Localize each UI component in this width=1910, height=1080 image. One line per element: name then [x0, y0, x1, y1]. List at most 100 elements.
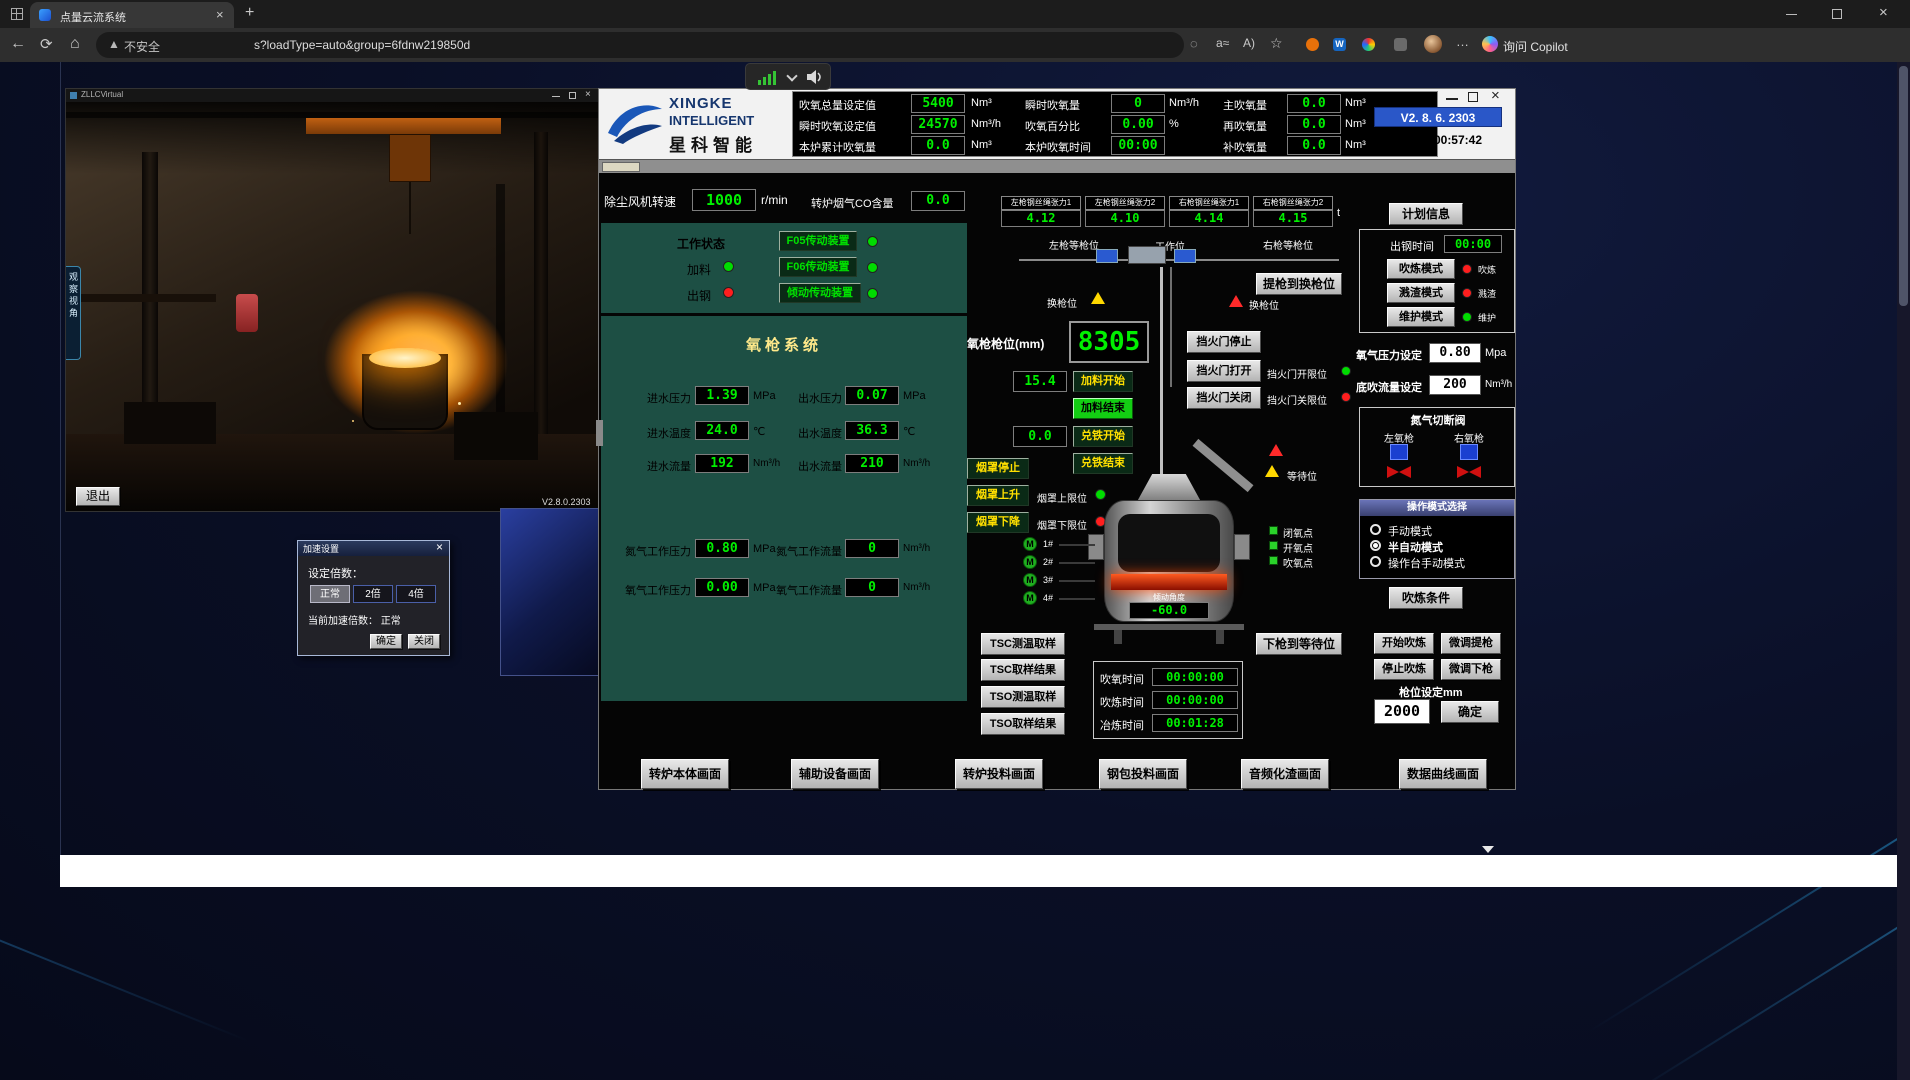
nav-data-curves[interactable]: 数据曲线画面	[1399, 759, 1487, 789]
feed-end-button[interactable]: 加料结束	[1073, 398, 1133, 419]
f05-drive-button[interactable]: F05传动装置	[779, 231, 857, 251]
chevron-down-icon[interactable]	[786, 70, 797, 81]
home-icon[interactable]: ⌂	[70, 35, 80, 53]
viewer-title: ZLLCVirtual	[81, 90, 123, 99]
option-4x[interactable]: 4倍	[396, 585, 436, 603]
hood-up-button[interactable]: 烟罩上升	[967, 485, 1029, 506]
dialog-close-button[interactable]: 关闭	[408, 634, 440, 649]
security-label[interactable]: 不安全	[124, 38, 160, 55]
nav-auxiliary[interactable]: 辅助设备画面	[791, 759, 879, 789]
tso-result-button[interactable]: TSO取样结果	[981, 713, 1065, 735]
hmi-maximize-button[interactable]	[1468, 92, 1478, 102]
favorites-icon[interactable]: ☆	[1270, 35, 1283, 52]
viewer-maximize-button[interactable]	[569, 92, 576, 99]
hood-down-button[interactable]: 烟罩下降	[967, 512, 1029, 533]
plan-info-button[interactable]: 计划信息	[1389, 203, 1463, 225]
nav-ladle-charging[interactable]: 钢包投料画面	[1099, 759, 1187, 789]
raise-lance-button[interactable]: 提枪到换枪位	[1256, 273, 1342, 295]
nav-converter-body[interactable]: 转炉本体画面	[641, 759, 729, 789]
lance-setpoint-ok-button[interactable]: 确定	[1441, 701, 1499, 723]
iron-start-button[interactable]: 兑铁开始	[1073, 426, 1133, 447]
trim-lower-button[interactable]: 微调下枪	[1441, 659, 1501, 680]
tso-measure-button[interactable]: TSO测温取样	[981, 686, 1065, 708]
bottom-flow-input[interactable]: 200	[1429, 375, 1481, 395]
background-window[interactable]	[500, 508, 600, 676]
start-blow-button[interactable]: 开始吹炼	[1374, 633, 1434, 654]
tsc-measure-button[interactable]: TSC测温取样	[981, 633, 1065, 655]
blow-condition-button[interactable]: 吹炼条件	[1389, 587, 1463, 609]
vscrollbar-thumb[interactable]	[1899, 66, 1908, 306]
translate-icon[interactable]: a≈	[1216, 36, 1229, 50]
workspaces-icon[interactable]	[11, 8, 23, 20]
read-aloud-icon[interactable]: A)	[1243, 36, 1255, 50]
dialog-titlebar[interactable]: 加速设置 ×	[298, 541, 449, 556]
new-tab-button[interactable]: +	[245, 4, 254, 22]
maintain-mode-button[interactable]: 维护模式	[1387, 307, 1455, 327]
url-text[interactable]: s?loadType=auto&group=6fdnw219850d	[254, 38, 470, 52]
radio-manual-mode[interactable]	[1370, 524, 1381, 535]
extension-icon-color[interactable]	[1362, 38, 1375, 51]
manual-mode-label[interactable]: 手动模式	[1388, 523, 1432, 539]
copilot-button[interactable]: 询问 Copilot	[1482, 33, 1572, 57]
address-bar[interactable]: ▲ 不安全 s?loadType=auto&group=6fdnw219850d	[96, 32, 1184, 58]
avatar[interactable]	[1424, 35, 1442, 53]
stop-blow-button[interactable]: 停止吹炼	[1374, 659, 1434, 680]
tab-close-icon[interactable]: ×	[216, 7, 224, 22]
viewer-scene[interactable]	[66, 102, 599, 511]
tsc-result-button[interactable]: TSC取样结果	[981, 659, 1065, 681]
hmi-side-scroll-nub[interactable]	[596, 420, 603, 446]
console-manual-mode-label[interactable]: 操作台手动模式	[1388, 555, 1465, 571]
blow-mode-button[interactable]: 吹炼模式	[1387, 259, 1455, 279]
tapping-label: 出钢	[687, 287, 711, 304]
extensions-icon[interactable]	[1394, 38, 1407, 51]
trim-raise-button[interactable]: 微调提枪	[1441, 633, 1501, 654]
option-normal[interactable]: 正常	[310, 585, 350, 603]
f06-drive-button[interactable]: F06传动装置	[779, 257, 857, 277]
firedoor-close-button[interactable]: 挡火门关闭	[1187, 387, 1261, 409]
viewer-titlebar[interactable]: ZLLCVirtual ×	[66, 89, 599, 102]
hood-stop-button[interactable]: 烟罩停止	[967, 458, 1029, 479]
extension-icon-w[interactable]: W	[1333, 38, 1346, 51]
viewer-close-icon[interactable]: ×	[585, 89, 591, 100]
feed-start-button[interactable]: 加料开始	[1073, 371, 1133, 392]
firedoor-open-button[interactable]: 挡火门打开	[1187, 360, 1261, 382]
window-close-button[interactable]: ×	[1879, 4, 1888, 21]
left-lance-valve-label: 左氧枪	[1384, 430, 1414, 445]
viewer-minimize-button[interactable]	[552, 96, 560, 97]
option-2x[interactable]: 2倍	[353, 585, 393, 603]
iron-end-button[interactable]: 兑铁结束	[1073, 453, 1133, 474]
slag-mode-button[interactable]: 溅渣模式	[1387, 283, 1455, 303]
hmi-minimize-button[interactable]	[1446, 98, 1458, 100]
back-icon[interactable]: ←	[10, 35, 26, 53]
window-minimize-button[interactable]	[1786, 14, 1797, 15]
browser-tab[interactable]: 点量云流系统 ×	[30, 2, 234, 28]
nav-audio-slag[interactable]: 音频化渣画面	[1241, 759, 1329, 789]
extension-icon-orange[interactable]	[1306, 38, 1319, 51]
swap-right-warning-icon	[1229, 295, 1243, 307]
dialog-close-icon[interactable]: ×	[436, 540, 443, 554]
speaker-icon[interactable]	[806, 69, 824, 85]
browser-essentials-icon[interactable]: ◌	[1190, 36, 1198, 51]
nav-converter-charging[interactable]: 转炉投料画面	[955, 759, 1043, 789]
more-icon[interactable]: …	[1456, 34, 1469, 49]
firedoor-open-limit-label: 挡火门开限位	[1267, 366, 1327, 381]
lance-setpoint-input[interactable]: 2000	[1374, 699, 1430, 724]
motor-indicator: M	[1023, 555, 1037, 569]
o2-pressure-input[interactable]: 0.80	[1429, 343, 1481, 363]
hmi-close-button[interactable]: ×	[1491, 87, 1500, 104]
hscrollbar-thumb[interactable]	[602, 162, 640, 172]
viewer-exit-button[interactable]: 退出	[76, 487, 120, 506]
refresh-icon[interactable]: ⟳	[40, 35, 53, 53]
dialog-ok-button[interactable]: 确定	[370, 634, 402, 649]
lower-lance-button[interactable]: 下枪到等待位	[1256, 633, 1342, 655]
window-maximize-button[interactable]	[1832, 9, 1842, 19]
view-angle-tab[interactable]: 观察视角	[66, 266, 81, 360]
page-vscrollbar[interactable]	[1897, 62, 1910, 1080]
scroll-hint-icon[interactable]	[1482, 846, 1494, 853]
semiauto-mode-label[interactable]: 半自动模式	[1388, 539, 1443, 555]
hmi-hscrollbar[interactable]	[599, 159, 1515, 173]
tilt-drive-button[interactable]: 倾动传动装置	[779, 283, 861, 303]
radio-console-manual-mode[interactable]	[1370, 556, 1381, 567]
firedoor-stop-button[interactable]: 挡火门停止	[1187, 331, 1261, 353]
radio-semiauto-mode[interactable]	[1370, 540, 1381, 551]
